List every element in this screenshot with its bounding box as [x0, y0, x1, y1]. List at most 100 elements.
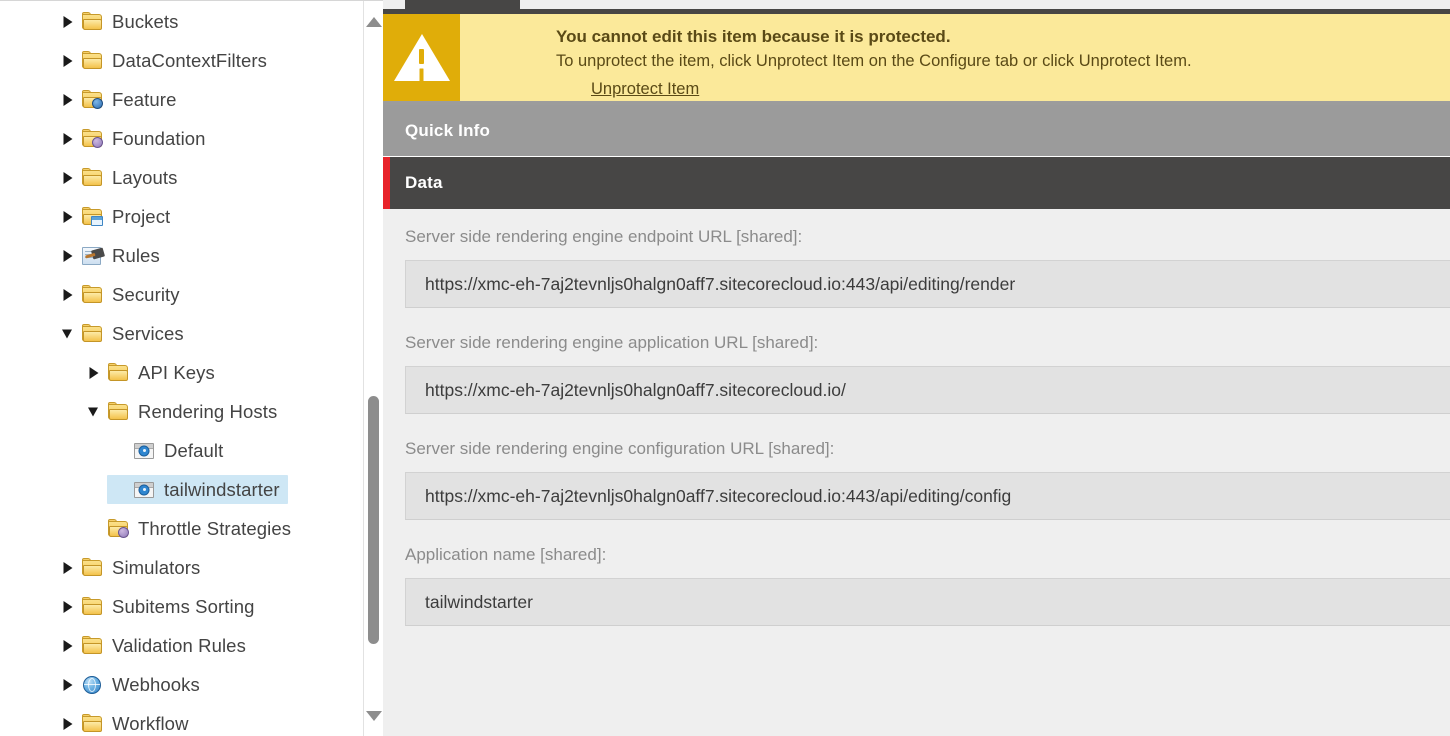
folder-icon — [81, 713, 105, 735]
tree-item-row[interactable]: Feature — [55, 85, 184, 114]
field-input[interactable]: https://xmc-eh-7aj2tevnljs0halgn0aff7.si… — [405, 472, 1450, 520]
unprotect-item-link[interactable]: Unprotect Item — [591, 80, 699, 99]
tree-item[interactable]: Project — [0, 197, 352, 236]
data-section-header[interactable]: Data — [383, 157, 1450, 209]
expand-arrow-icon[interactable] — [55, 553, 81, 582]
quick-info-section-header[interactable]: Quick Info — [383, 105, 1450, 157]
tree-item[interactable]: Layouts — [0, 158, 352, 197]
tree-item-row[interactable]: Project — [55, 202, 178, 231]
tree-item[interactable]: Rules — [0, 236, 352, 275]
expand-arrow-icon[interactable] — [55, 241, 81, 270]
tree-spacer — [81, 514, 107, 543]
folder-icon — [107, 362, 131, 384]
tree-item[interactable]: tailwindstarter — [0, 470, 352, 509]
tree-item[interactable]: Simulators — [0, 548, 352, 587]
expand-arrow-icon[interactable] — [55, 46, 81, 75]
tree-item[interactable]: Webhooks — [0, 665, 352, 704]
tree-item-row[interactable]: DataContextFilters — [55, 46, 275, 75]
tree-item-label: Webhooks — [112, 674, 200, 696]
tree-item[interactable]: API Keys — [0, 353, 352, 392]
tree-item[interactable]: Foundation — [0, 119, 352, 158]
tree-item-label: Rendering Hosts — [138, 401, 277, 423]
tree-item-label: Project — [112, 206, 170, 228]
tree-item-row[interactable]: Workflow — [55, 709, 197, 736]
tree-item-row[interactable]: Buckets — [55, 7, 187, 36]
tree-item[interactable]: Validation Rules — [0, 626, 352, 665]
folder-icon — [81, 50, 105, 72]
collapse-arrow-icon[interactable] — [81, 397, 107, 426]
tree-item-label: DataContextFilters — [112, 50, 267, 72]
expand-arrow-icon[interactable] — [81, 358, 107, 387]
tree-item-row[interactable]: Webhooks — [55, 670, 208, 699]
tree-item-row[interactable]: Rules — [55, 241, 168, 270]
folder-icon — [81, 284, 105, 306]
tree-item-row[interactable]: Security — [55, 280, 188, 309]
expand-arrow-icon[interactable] — [55, 670, 81, 699]
field-input[interactable]: tailwindstarter — [405, 578, 1450, 626]
expand-arrow-icon[interactable] — [55, 7, 81, 36]
scrollbar-thumb[interactable] — [368, 396, 379, 644]
tree-item[interactable]: Workflow — [0, 704, 352, 736]
tree-item-label: tailwindstarter — [164, 479, 280, 501]
field-label: Application name [shared]: — [383, 544, 1450, 566]
protected-item-warning: You cannot edit this item because it is … — [383, 14, 1450, 105]
tree-item[interactable]: Rendering Hosts — [0, 392, 352, 431]
tree-item-label: Feature — [112, 89, 176, 111]
tree-item-label: API Keys — [138, 362, 215, 384]
field-label: Server side rendering engine application… — [383, 332, 1450, 354]
tree-item[interactable]: Throttle Strategies — [0, 509, 352, 548]
scroll-down-arrow-icon[interactable] — [364, 705, 383, 727]
globe-icon — [81, 674, 105, 696]
tree-item-row[interactable]: Validation Rules — [55, 631, 254, 660]
folder-icon — [81, 635, 105, 657]
warning-subtitle: To unprotect the item, click Unprotect I… — [556, 50, 1450, 72]
tree-item-label: Security — [112, 284, 180, 306]
tree-item[interactable]: Default — [0, 431, 352, 470]
tree-item-label: Simulators — [112, 557, 200, 579]
expand-arrow-icon[interactable] — [55, 202, 81, 231]
expand-arrow-icon[interactable] — [55, 85, 81, 114]
active-ribbon-tab[interactable] — [405, 0, 520, 9]
tree-item-row[interactable]: Layouts — [55, 163, 186, 192]
tree-item-row[interactable]: Foundation — [55, 124, 214, 153]
tree-item-row[interactable]: Throttle Strategies — [81, 514, 299, 543]
data-field: Server side rendering engine application… — [383, 332, 1450, 432]
tree-item-label: Rules — [112, 245, 160, 267]
collapse-arrow-icon[interactable] — [55, 319, 81, 348]
tree-item[interactable]: Feature — [0, 80, 352, 119]
expand-arrow-icon[interactable] — [55, 631, 81, 660]
field-input[interactable]: https://xmc-eh-7aj2tevnljs0halgn0aff7.si… — [405, 260, 1450, 308]
tree-spacer — [107, 436, 133, 465]
expand-arrow-icon[interactable] — [55, 592, 81, 621]
field-spacer — [383, 520, 1450, 538]
field-input[interactable]: https://xmc-eh-7aj2tevnljs0halgn0aff7.si… — [405, 366, 1450, 414]
tree-item-row[interactable]: Rendering Hosts — [81, 397, 285, 426]
tree-item[interactable]: Security — [0, 275, 352, 314]
tree-item-row[interactable]: Default — [107, 436, 231, 465]
tree-item-label: Services — [112, 323, 184, 345]
tree-item[interactable]: Services — [0, 314, 352, 353]
tree-item-row[interactable]: API Keys — [81, 358, 223, 387]
tree-item-row[interactable]: tailwindstarter — [107, 475, 288, 504]
tree-item[interactable]: DataContextFilters — [0, 41, 352, 80]
tree-item-row[interactable]: Subitems Sorting — [55, 592, 262, 621]
folder-window-icon — [81, 206, 105, 228]
expand-arrow-icon[interactable] — [55, 709, 81, 736]
expand-arrow-icon[interactable] — [55, 124, 81, 153]
rules-icon — [81, 245, 105, 267]
tree-item-label: Subitems Sorting — [112, 596, 254, 618]
tree-item-row[interactable]: Simulators — [55, 553, 208, 582]
data-field: Server side rendering engine endpoint UR… — [383, 226, 1450, 326]
tree-item[interactable]: Buckets — [0, 2, 352, 41]
tree-item-row[interactable]: Services — [55, 319, 192, 348]
expand-arrow-icon[interactable] — [55, 163, 81, 192]
scroll-up-arrow-icon[interactable] — [364, 11, 383, 33]
expand-arrow-icon[interactable] — [55, 280, 81, 309]
tree-item[interactable]: Subitems Sorting — [0, 587, 352, 626]
folder-gear-icon — [81, 128, 105, 150]
folder-icon — [81, 167, 105, 189]
warning-triangle-icon — [394, 34, 450, 81]
tree-spacer — [107, 475, 133, 504]
tree-item-label: Workflow — [112, 713, 189, 735]
content-tree-scrollbar[interactable] — [363, 1, 383, 736]
